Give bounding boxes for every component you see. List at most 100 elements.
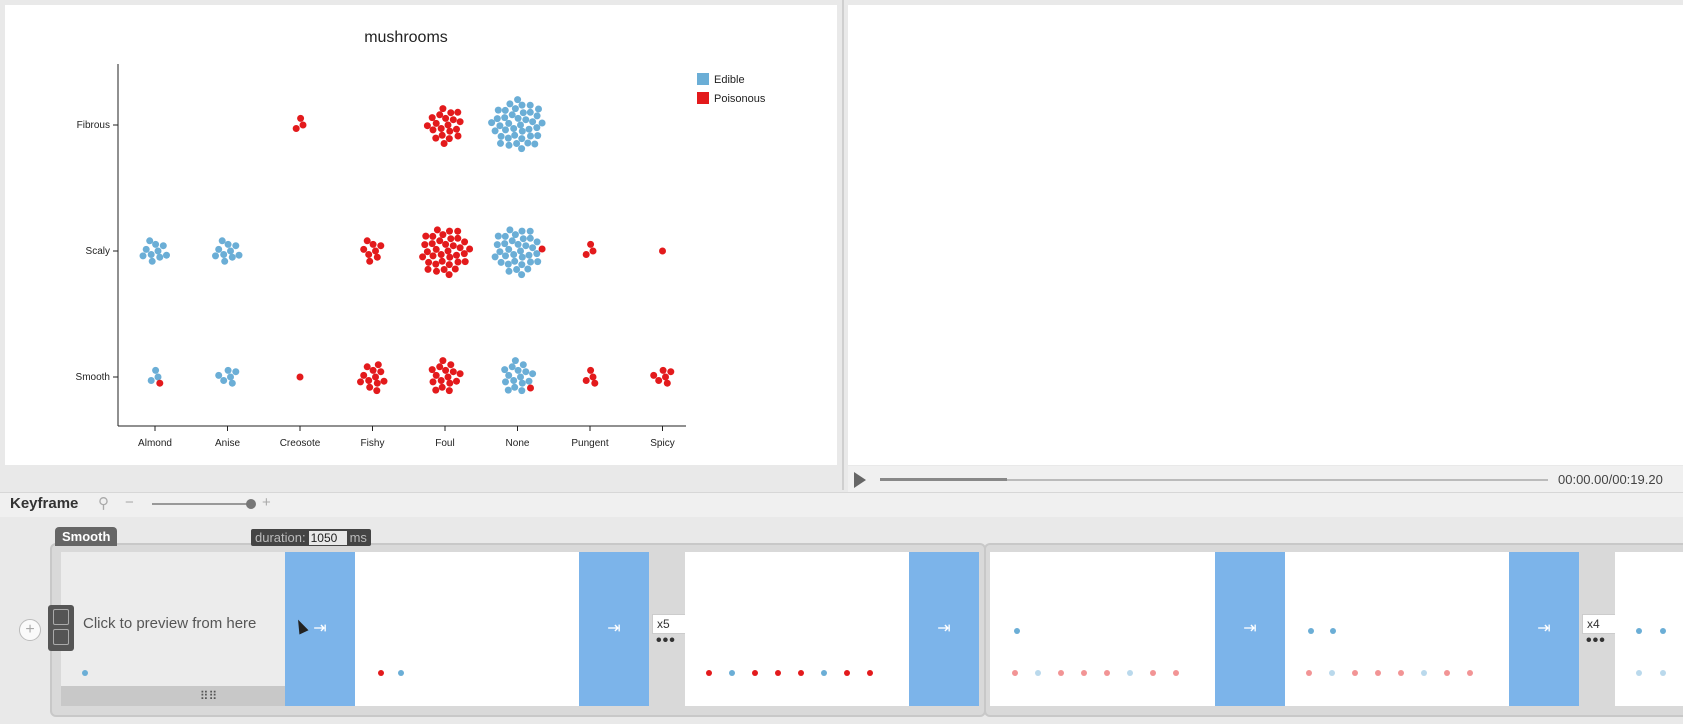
keyframe-thumb-2[interactable] [685, 552, 909, 706]
zoom-knob[interactable] [246, 499, 256, 509]
data-point [518, 253, 526, 261]
data-point [440, 140, 448, 147]
data-point [650, 371, 658, 379]
arrow-right-bar-icon: ⇥ [1537, 620, 1551, 637]
data-point [432, 386, 440, 394]
data-point [502, 126, 509, 134]
legend-swatch [697, 73, 709, 85]
data-point [529, 370, 537, 378]
repeat-count-1[interactable]: x5 [652, 614, 688, 634]
data-point [428, 114, 436, 122]
transition-3[interactable]: ⇥ [909, 552, 979, 706]
edit-icon[interactable] [53, 629, 69, 645]
data-point [508, 237, 516, 245]
arrow-right-bar-icon: ⇥ [607, 620, 621, 637]
data-point [534, 132, 542, 140]
data-point [447, 235, 455, 243]
transition-1[interactable]: ⇥ [285, 552, 355, 706]
duration-label: duration: [255, 530, 306, 545]
data-point [147, 377, 155, 384]
zoom-in-icon[interactable]: + [262, 494, 271, 511]
data-point [519, 235, 527, 243]
data-point [538, 119, 546, 127]
data-point [511, 383, 519, 391]
more-icon[interactable]: ••• [1586, 632, 1606, 650]
data-point [508, 363, 516, 371]
more-icon[interactable]: ••• [656, 632, 676, 650]
data-point [511, 105, 519, 113]
search-icon[interactable]: ⚲ [98, 494, 109, 512]
data-point [372, 373, 379, 381]
data-point [429, 378, 437, 386]
data-point [531, 140, 539, 148]
data-point [424, 265, 432, 273]
data-point [212, 252, 219, 260]
add-icon[interactable]: + [19, 619, 41, 641]
data-point [425, 258, 433, 266]
thumbnail-dot [1421, 670, 1427, 676]
repeat-count-2[interactable]: x4 [1582, 614, 1618, 634]
data-point [148, 257, 156, 265]
data-point [374, 361, 382, 369]
data-point [522, 368, 530, 376]
data-point [147, 251, 155, 258]
data-point [146, 237, 154, 245]
data-point [662, 373, 669, 381]
data-point [423, 122, 431, 130]
data-point [446, 379, 454, 387]
y-tick-label: Scaly [86, 246, 110, 257]
thumbnail-dot [844, 670, 850, 676]
keyframe-thumb-5[interactable] [1615, 552, 1683, 706]
data-point [460, 250, 468, 258]
data-point [363, 363, 371, 371]
data-point [438, 383, 446, 391]
data-point [227, 373, 234, 381]
data-point [663, 379, 671, 387]
data-point [527, 132, 534, 140]
data-point [526, 108, 534, 116]
data-point [432, 134, 440, 142]
data-point [444, 373, 452, 381]
frame-side-buttons[interactable] [48, 605, 74, 651]
thumbnail-dot [378, 670, 384, 676]
transition-5[interactable]: ⇥ [1509, 552, 1579, 706]
data-point [518, 387, 526, 395]
data-point [220, 377, 228, 384]
data-point [511, 131, 519, 139]
transition-4[interactable]: ⇥ [1215, 552, 1285, 706]
keyframe-thumb-4[interactable] [1285, 552, 1509, 706]
data-point [366, 257, 374, 265]
data-point [497, 132, 505, 140]
thumbnail-dot [1330, 628, 1336, 634]
data-point [518, 135, 526, 143]
duration-input[interactable] [308, 531, 347, 545]
data-point [501, 366, 509, 374]
data-point [299, 121, 307, 129]
data-point [228, 253, 236, 261]
data-point [505, 119, 513, 127]
preview-text: Click to preview from here [83, 615, 257, 632]
thumbnail-dot [82, 670, 88, 676]
thumbnail-dot [1636, 628, 1642, 634]
data-point [432, 371, 440, 379]
data-point [444, 121, 452, 129]
data-point [513, 140, 521, 147]
keyframe-thumb-3[interactable] [990, 552, 1215, 706]
play-icon[interactable] [854, 472, 866, 488]
data-point [437, 251, 445, 258]
keyframe-label: Keyframe [10, 495, 79, 512]
zoom-out-icon[interactable]: − [125, 494, 134, 511]
thumbnail-dot [775, 670, 781, 676]
x-tick-label: Pungent [571, 438, 608, 449]
data-point [659, 366, 667, 374]
data-point [522, 242, 530, 250]
data-point [454, 227, 462, 235]
thumbnail-dot [1308, 628, 1314, 634]
panel-divider[interactable] [842, 0, 844, 490]
keyframe-thumb-1[interactable] [355, 552, 579, 706]
toggle-icon[interactable] [53, 609, 69, 625]
data-point [432, 260, 440, 268]
transition-2[interactable]: ⇥ [579, 552, 649, 706]
zoom-slider[interactable] [152, 503, 252, 505]
data-point [518, 379, 526, 387]
